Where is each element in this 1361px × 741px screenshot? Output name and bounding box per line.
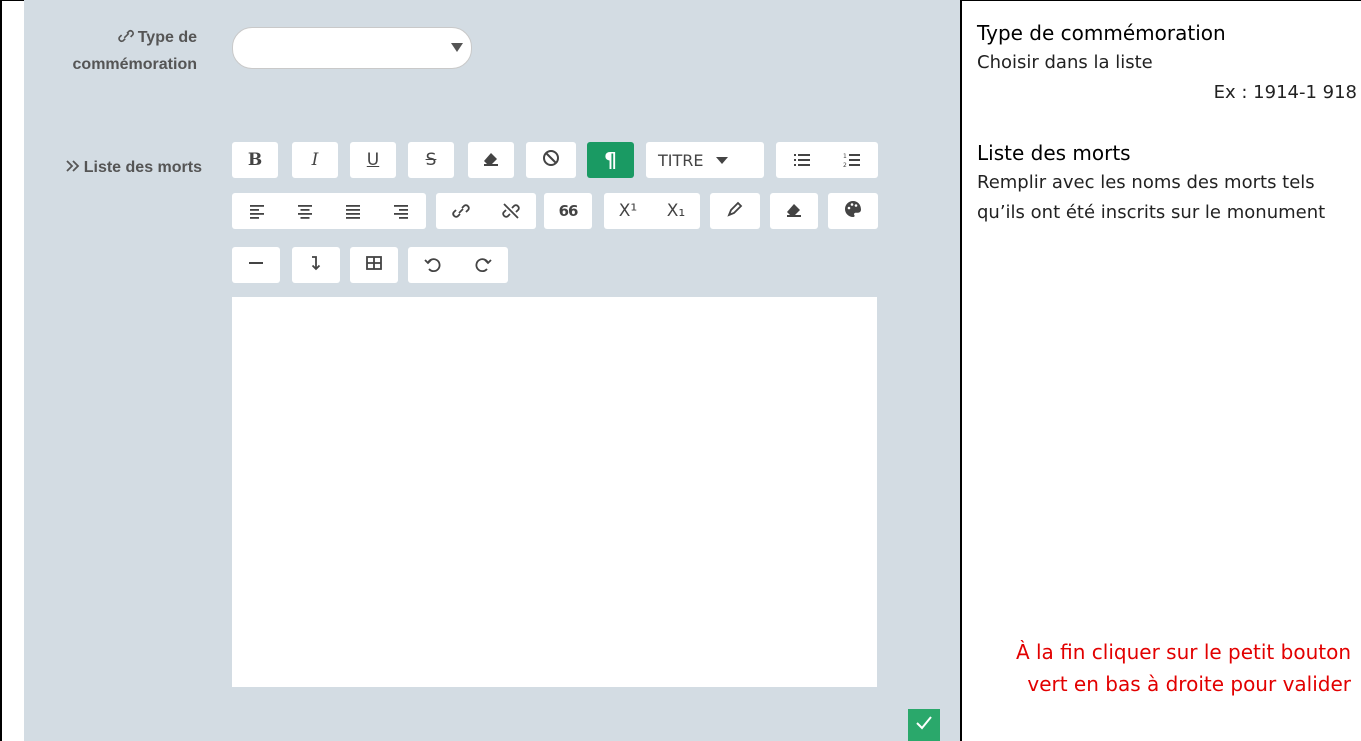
bold-glyph: B (247, 150, 263, 170)
strike-glyph: S (425, 150, 437, 170)
help-liste-section: Liste des morts Remplir avec les noms de… (977, 138, 1337, 228)
liste-label-text: Liste des morts (83, 159, 202, 176)
color-palette-button[interactable] (828, 193, 878, 229)
underline-button[interactable]: U (350, 142, 396, 178)
paragraph-icon: ¶ (604, 148, 617, 172)
dropdown-caret-icon (451, 43, 463, 52)
help-type-example: Ex : 1914-1 918 (1213, 82, 1357, 103)
bold-button[interactable]: B (232, 142, 278, 178)
list-group: 12 (776, 142, 878, 178)
eraser-icon (784, 199, 804, 224)
ordered-list-icon[interactable]: 12 (827, 150, 877, 170)
rich-text-editor[interactable] (232, 297, 877, 687)
horizontal-rule-button[interactable] (232, 247, 280, 283)
column-divider (960, 0, 962, 741)
pen-icon (725, 199, 745, 224)
align-left-icon[interactable] (233, 201, 281, 221)
svg-text:2: 2 (843, 162, 847, 169)
help-type-section: Type de commémoration Choisir dans la li… (977, 18, 1357, 108)
double-chevron-right-icon (64, 156, 82, 172)
style-dropdown[interactable]: TITRE (646, 142, 764, 178)
subscript-button[interactable]: X₁ (652, 201, 700, 221)
caret-down-icon (715, 156, 728, 164)
align-group (232, 193, 426, 229)
script-group: X¹ X₁ (604, 193, 700, 229)
link-icon (118, 26, 136, 43)
superscript-button[interactable]: X¹ (604, 201, 652, 221)
unordered-list-icon[interactable] (777, 150, 827, 170)
italic-button[interactable]: I (292, 142, 338, 178)
italic-glyph: I (311, 150, 319, 170)
highlight-button[interactable] (710, 193, 760, 229)
strikethrough-button[interactable]: S (408, 142, 454, 178)
arrow-down-return-icon (306, 253, 326, 278)
redo-icon[interactable] (458, 255, 508, 275)
help-type-title: Type de commémoration (977, 21, 1226, 45)
type-label-line2: commémoration (72, 56, 197, 73)
unlink-icon[interactable] (486, 201, 536, 221)
align-right-icon[interactable] (377, 201, 425, 221)
help-liste-description: Remplir avec les noms des morts tels qu’… (977, 172, 1326, 223)
style-dropdown-label: TITRE (658, 150, 704, 170)
validate-button[interactable] (908, 709, 940, 741)
type-commemoration-label: Type de commémoration (32, 24, 197, 78)
paragraph-button[interactable]: ¶ (587, 142, 634, 178)
help-type-description: Choisir dans la liste (977, 52, 1153, 73)
clear-color-button[interactable] (770, 193, 818, 229)
undo-icon[interactable] (408, 255, 458, 275)
eraser-icon (481, 148, 501, 173)
history-group (408, 247, 508, 283)
line-break-button[interactable] (292, 247, 340, 283)
blockquote-button[interactable]: 66 (544, 193, 592, 229)
help-final-note: À la fin cliquer sur le petit bouton ver… (1015, 640, 1351, 696)
type-commemoration-select[interactable] (232, 27, 472, 69)
palette-icon (843, 199, 863, 224)
checkmark-icon (914, 713, 934, 738)
align-center-icon[interactable] (281, 201, 329, 221)
remove-format-button[interactable] (526, 142, 576, 178)
liste-des-morts-label: Liste des morts (32, 154, 202, 181)
help-liste-title: Liste des morts (977, 141, 1131, 165)
link-group (436, 193, 536, 229)
left-border (0, 0, 2, 741)
table-icon (364, 253, 384, 278)
clear-format-button[interactable] (468, 142, 514, 178)
insert-link-icon[interactable] (436, 201, 486, 221)
type-label-line1: Type de (137, 29, 197, 46)
quote-icon: 66 (558, 202, 579, 220)
minus-icon (246, 253, 266, 278)
table-button[interactable] (350, 247, 398, 283)
underline-glyph: U (366, 150, 380, 170)
ban-icon (541, 148, 561, 173)
align-justify-icon[interactable] (329, 201, 377, 221)
svg-text:1: 1 (843, 153, 847, 160)
